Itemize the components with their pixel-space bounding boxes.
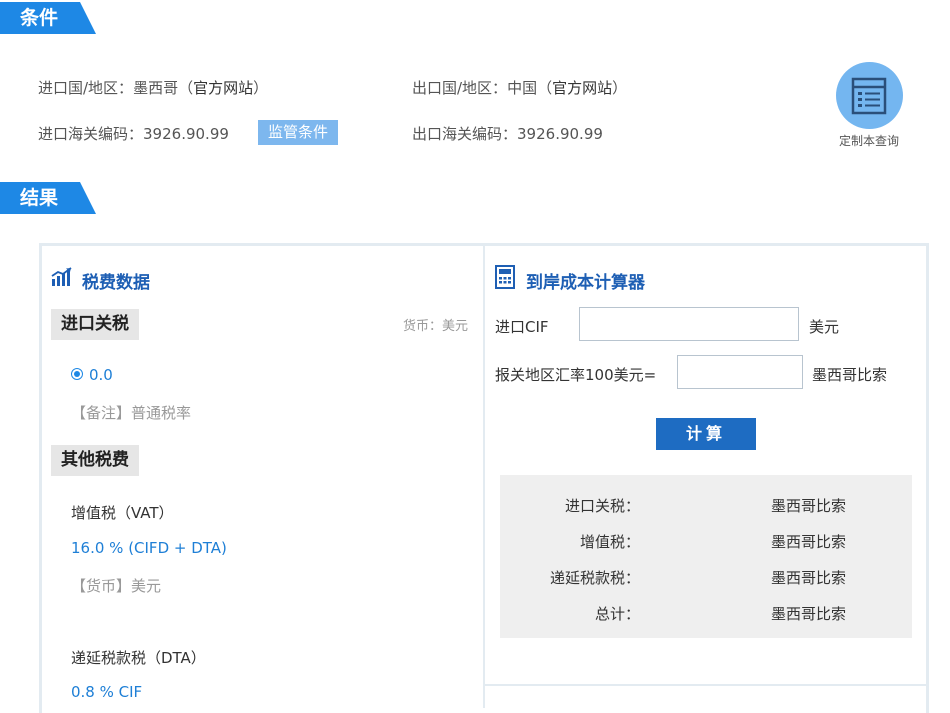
- export-country-row: 出口国/地区：中国（官方网站）: [412, 77, 627, 98]
- regulatory-conditions-button[interactable]: 监管条件: [258, 120, 338, 145]
- result-import-duty-label: 进口关税：: [564, 497, 640, 515]
- import-country-label: 进口国/地区：: [38, 79, 134, 97]
- dta-rate: 0.8 % CIF: [71, 683, 143, 701]
- calculate-button[interactable]: 计算: [656, 418, 756, 450]
- export-country-value: 中国: [507, 79, 538, 97]
- paren-open: （: [537, 79, 553, 97]
- cif-input[interactable]: [579, 307, 799, 341]
- export-country-label: 出口国/地区：: [412, 79, 508, 97]
- vat-name: 增值税（VAT）: [71, 504, 174, 522]
- cif-unit: 美元: [809, 318, 840, 336]
- result-vat-value: 墨西哥比索: [771, 533, 847, 551]
- export-hs-label: 出口海关编码：: [412, 125, 518, 143]
- calculator-title: 到岸成本计算器: [526, 273, 645, 293]
- import-hs-label: 进口海关编码：: [38, 125, 144, 143]
- result-total-value: 墨西哥比索: [771, 605, 847, 623]
- import-hs-row: 进口海关编码：3926.90.99: [38, 123, 229, 144]
- conditions-section-tab: 条件: [0, 2, 96, 34]
- dta-name: 递延税款税（DTA）: [71, 649, 206, 667]
- exchange-rate-label: 报关地区汇率100美元=: [495, 366, 657, 384]
- export-hs-row: 出口海关编码：3926.90.99: [412, 123, 603, 144]
- import-duty-remark: 【备注】普通税率: [71, 404, 192, 422]
- import-duty-heading: 进口关税: [51, 309, 139, 340]
- result-import-duty-value: 墨西哥比索: [771, 497, 847, 515]
- vat-rate: 16.0 % (CIFD + DTA): [71, 539, 227, 557]
- calculation-results: 进口关税： 墨西哥比索 增值税： 墨西哥比索 递延税款税： 墨西哥比索 总计： …: [500, 475, 912, 638]
- paren-close: ）: [253, 79, 269, 97]
- other-taxes-heading: 其他税费: [51, 445, 139, 476]
- panel-divider: [483, 246, 485, 708]
- import-duty-radio[interactable]: [71, 368, 83, 380]
- import-country-value: 墨西哥: [133, 79, 179, 97]
- result-total-label: 总计：: [594, 605, 640, 623]
- custom-query-button[interactable]: 定制本查询: [828, 62, 910, 149]
- calculator-icon: [495, 265, 515, 289]
- cif-label: 进口CIF: [495, 318, 549, 336]
- export-official-site-link[interactable]: 官方网站: [552, 79, 612, 97]
- custom-query-label: 定制本查询: [838, 134, 899, 148]
- import-duty-rate: 0.0: [89, 366, 113, 384]
- result-dta-value: 墨西哥比索: [771, 569, 847, 587]
- list-icon: [835, 62, 903, 129]
- import-hs-code: 3926.90.99: [143, 125, 229, 143]
- import-country-row: 进口国/地区：墨西哥（官方网站）: [38, 77, 268, 98]
- result-vat-label: 增值税：: [579, 533, 640, 551]
- paren-open: （: [178, 79, 194, 97]
- results-section-tab: 结果: [0, 182, 96, 214]
- result-dta-label: 递延税款税：: [549, 569, 640, 587]
- tax-data-title: 税费数据: [82, 273, 150, 293]
- vat-currency: 【货币】美元: [71, 577, 162, 595]
- exchange-rate-input[interactable]: [677, 355, 803, 389]
- export-hs-code: 3926.90.99: [517, 125, 603, 143]
- calculator-bottom-divider: [485, 684, 926, 686]
- bar-chart-icon: [51, 267, 72, 286]
- exchange-rate-unit: 墨西哥比索: [812, 366, 888, 384]
- currency-note: 货币：美元: [403, 319, 469, 334]
- import-official-site-link[interactable]: 官方网站: [193, 79, 253, 97]
- paren-close: ）: [612, 79, 628, 97]
